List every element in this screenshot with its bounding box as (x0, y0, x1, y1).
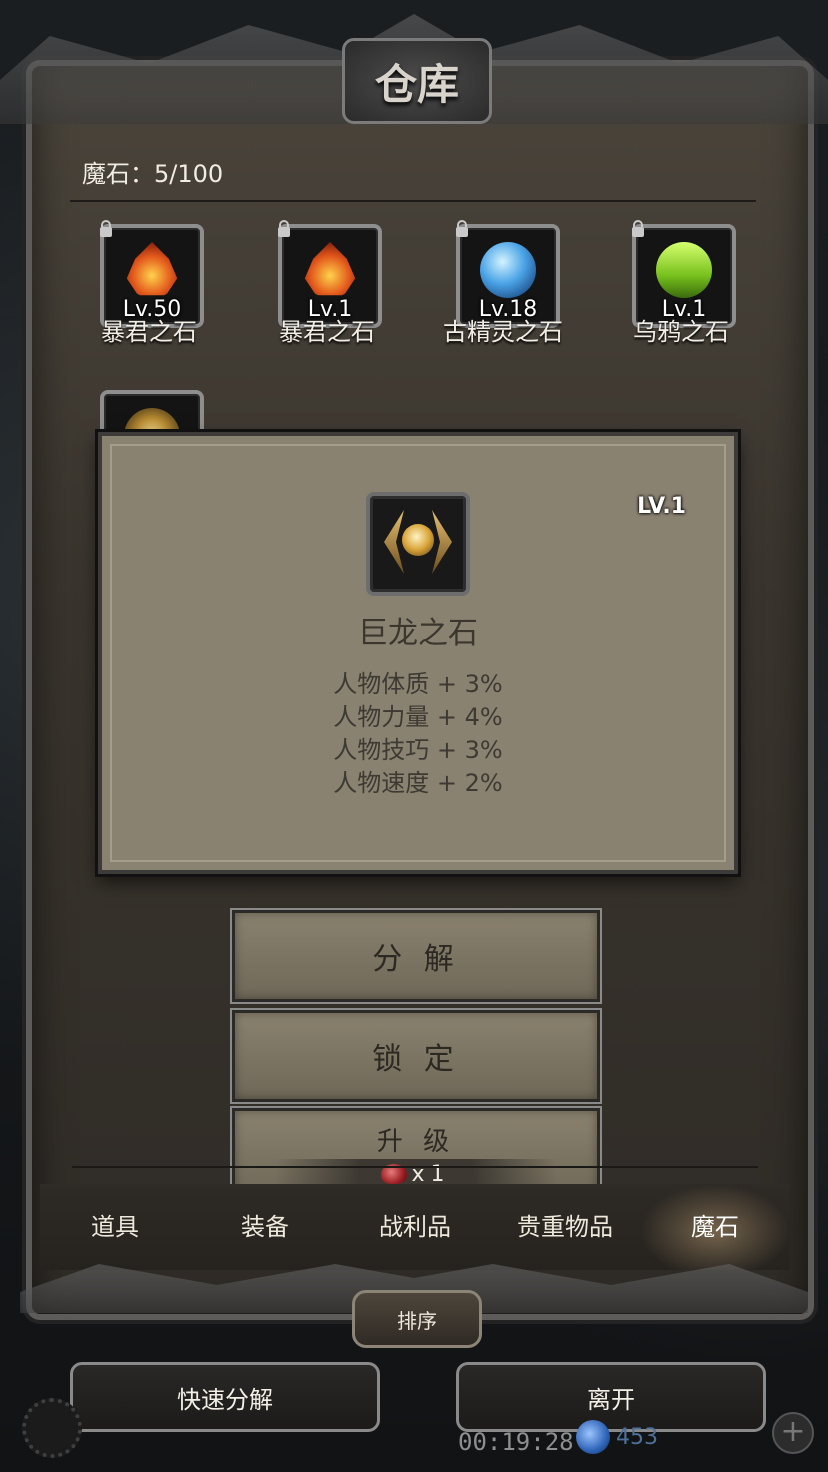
stat-line: 人物力量 + 4% (333, 703, 503, 731)
title-plate: 仓库 (342, 38, 492, 124)
sort-button[interactable]: 排序 (352, 1290, 482, 1348)
quick-decompose-button[interactable]: 快速分解 (70, 1362, 380, 1432)
lock-icon (456, 220, 468, 237)
tyrant-stone-icon (126, 242, 178, 296)
orb-shape (402, 524, 434, 556)
item-detail-panel: LV.1 巨龙之石 人物体质 + 3% 人物力量 + 4% 人物技巧 + 3% … (98, 432, 738, 874)
tab-magic-stones[interactable]: 魔石 (640, 1184, 790, 1270)
stat-line: 人物体质 + 3% (333, 670, 503, 698)
ancient-elf-stone-icon (480, 242, 536, 298)
item-name: 乌鸦之石 (633, 318, 729, 346)
gear-icon[interactable] (22, 1398, 82, 1458)
stat-line: 人物技巧 + 3% (333, 736, 503, 764)
blue-orb-icon (576, 1420, 610, 1454)
plus-icon[interactable]: + (772, 1412, 814, 1454)
lock-icon (632, 220, 644, 237)
tab-equipment[interactable]: 装备 (190, 1184, 340, 1270)
stat-line: 人物速度 + 2% (333, 769, 503, 797)
lock-icon (278, 220, 290, 237)
category-tabs: 道具 装备 战利品 贵重物品 魔石 (40, 1184, 790, 1270)
lock-icon (100, 220, 112, 237)
crow-stone-icon (656, 242, 712, 298)
tab-items[interactable]: 道具 (40, 1184, 190, 1270)
detail-item-name: 巨龙之石 (358, 616, 478, 651)
capacity-divider (70, 200, 756, 202)
capacity-label: 魔石：5/100 (82, 160, 224, 188)
hud-timer: 00:19:28 (458, 1428, 574, 1456)
hud-points-value: 453 (616, 1424, 658, 1450)
dragon-stone-icon (366, 492, 470, 596)
wing-right-shape (432, 510, 452, 574)
upgrade-label: 升 级 (376, 1127, 456, 1157)
item-name: 暴君之石 (279, 318, 375, 346)
detail-stats: 人物体质 + 3% 人物力量 + 4% 人物技巧 + 3% 人物速度 + 2% (102, 668, 734, 800)
window-title: 仓库 (374, 59, 459, 109)
tab-valuables[interactable]: 贵重物品 (490, 1184, 640, 1270)
item-name: 古精灵之石 (443, 318, 563, 346)
wing-left-shape (384, 510, 404, 574)
lock-button[interactable]: 锁 定 (232, 1010, 600, 1102)
decompose-button[interactable]: 分 解 (232, 910, 600, 1002)
hud-points: 453 (576, 1420, 658, 1454)
tab-loot[interactable]: 战利品 (340, 1184, 490, 1270)
detail-level: LV.1 (637, 494, 686, 519)
tyrant-stone-icon (304, 242, 356, 296)
item-name: 暴君之石 (101, 318, 197, 346)
tab-divider (72, 1166, 758, 1168)
